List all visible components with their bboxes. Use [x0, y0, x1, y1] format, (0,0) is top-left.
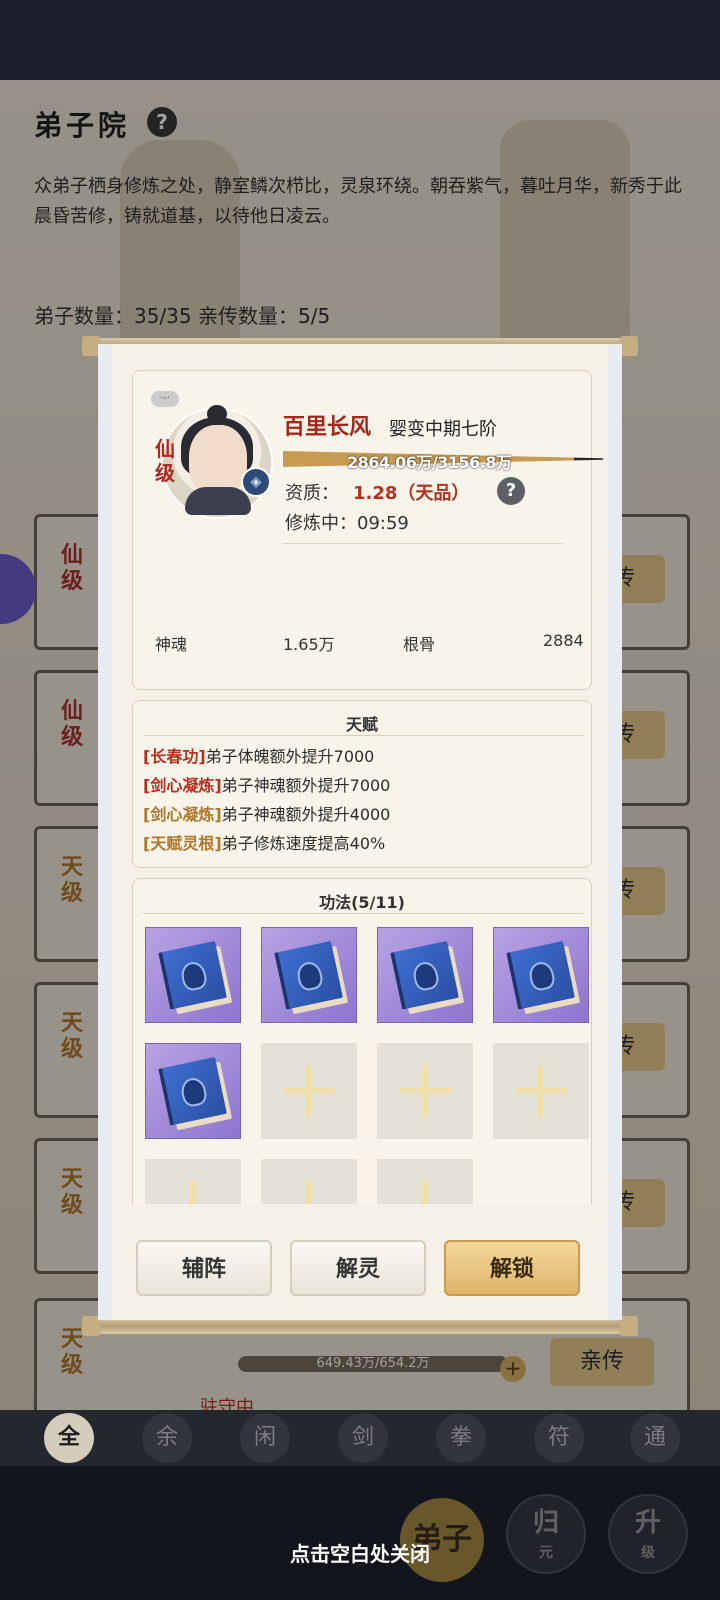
- stat-label: 神魂: [155, 635, 188, 654]
- talent-text: 弟子神魂额外提升4000: [221, 805, 391, 824]
- empty-technique-slot[interactable]: [261, 1043, 357, 1139]
- techniques-title: 功法(5/11): [319, 893, 405, 912]
- empty-technique-slot[interactable]: [377, 1043, 473, 1139]
- technique-slot[interactable]: [377, 927, 473, 1023]
- exp-text: 2864.06万/3156.8万: [347, 453, 512, 472]
- aptitude-label: 资质：: [285, 483, 339, 504]
- stat-value: 1.65万: [283, 635, 335, 654]
- disciple-detail-modal: ·-· 仙级 ◈ 百里长风 婴变中期七阶 2864.06万/3156.8万 资质…: [98, 344, 622, 1320]
- plus-icon-bar: [306, 1181, 311, 1204]
- empty-technique-slot[interactable]: [377, 1159, 473, 1204]
- help-icon[interactable]: ?: [497, 477, 525, 505]
- cultivation-status: 修炼中：09:59: [285, 513, 409, 534]
- tier-icon[interactable]: ◈: [241, 467, 271, 497]
- technique-slot[interactable]: [145, 1043, 241, 1139]
- technique-slot[interactable]: [493, 927, 589, 1023]
- technique-book-icon: [274, 940, 349, 1015]
- empty-technique-slot[interactable]: [261, 1159, 357, 1204]
- talent-item: [天赋灵根]弟子修炼速度提高40%: [143, 830, 385, 854]
- stat-value: 2884: [543, 631, 584, 650]
- aptitude-value: 1.28（天品）: [353, 483, 470, 504]
- talent-item: [剑心凝炼]弟子神魂额外提升7000: [143, 772, 390, 796]
- plus-icon-bar: [422, 1181, 427, 1204]
- technique-slot[interactable]: [261, 927, 357, 1023]
- disciple-realm: 婴变中期七阶: [389, 419, 497, 440]
- talent-tag: [长春功]: [143, 747, 206, 766]
- talents-title: 天赋: [345, 715, 378, 734]
- talent-tag: [天赋灵根]: [143, 834, 222, 853]
- talent-text: 弟子神魂额外提升7000: [221, 776, 391, 795]
- plus-icon-bar: [190, 1181, 195, 1204]
- scroll-rod-bottom: [82, 1316, 638, 1336]
- rank-seal: 仙级: [155, 437, 175, 485]
- stat-label: 根骨: [403, 635, 436, 654]
- talent-item: [剑心凝炼]弟子神魂额外提升4000: [143, 801, 390, 825]
- technique-book-icon: [158, 1056, 233, 1131]
- plus-icon-bar: [422, 1065, 427, 1117]
- divider: [143, 913, 583, 914]
- disciple-name: 百里长风: [283, 415, 372, 440]
- talent-tag: [剑心凝炼]: [143, 776, 222, 795]
- technique-slot[interactable]: [145, 927, 241, 1023]
- plus-icon-bar: [538, 1065, 543, 1117]
- profile-section: ·-· 仙级 ◈ 百里长风 婴变中期七阶 2864.06万/3156.8万 资质…: [132, 370, 603, 690]
- talents-section: 天赋 [长春功]弟子体魄额外提升7000 [剑心凝炼]弟子神魂额外提升7000 …: [132, 700, 592, 868]
- close-hint[interactable]: 点击空白处关闭: [0, 1538, 720, 1567]
- talent-tag: [剑心凝炼]: [143, 805, 222, 824]
- techniques-section: 功法(5/11): [132, 878, 592, 1204]
- technique-book-icon: [158, 940, 233, 1015]
- talent-item: [长春功]弟子体魄额外提升7000: [143, 743, 374, 767]
- technique-book-icon: [390, 940, 465, 1015]
- talent-text: 弟子体魄额外提升7000: [205, 747, 375, 766]
- divider: [143, 735, 583, 736]
- release-button[interactable]: 解灵: [290, 1240, 426, 1296]
- level-tag: ·-·: [151, 391, 179, 407]
- divider: [283, 543, 563, 544]
- assist-button[interactable]: 辅阵: [136, 1240, 272, 1296]
- empty-technique-slot[interactable]: [493, 1043, 589, 1139]
- technique-book-icon: [506, 940, 581, 1015]
- empty-technique-slot[interactable]: [145, 1159, 241, 1204]
- plus-icon-bar: [306, 1065, 311, 1117]
- unlock-button[interactable]: 解锁: [444, 1240, 580, 1296]
- talent-text: 弟子修炼速度提高40%: [221, 834, 386, 853]
